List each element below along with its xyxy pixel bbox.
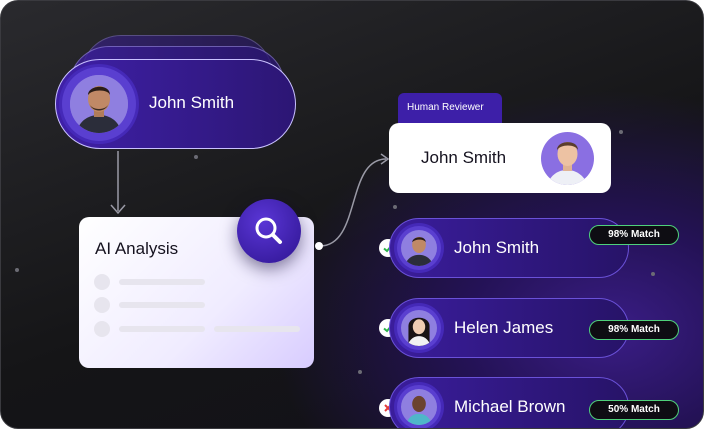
person-avatar: [401, 230, 437, 266]
match-badge: 98% Match: [589, 320, 679, 340]
ai-analysis-title: AI Analysis: [95, 239, 179, 258]
candidate-name: Helen James: [454, 318, 554, 337]
skeleton-line: [119, 302, 205, 308]
decor-dot: [15, 268, 19, 272]
skeleton-line: [119, 326, 205, 332]
candidate-name: Michael Brown: [454, 397, 566, 416]
search-button[interactable]: [237, 199, 301, 263]
reviewer-tab-label: Human Reviewer: [407, 102, 484, 113]
user-name: John Smith: [149, 93, 235, 112]
search-icon: [255, 217, 282, 244]
decor-dot: [619, 130, 623, 134]
match-badge: 98% Match: [589, 225, 679, 245]
skeleton-dot: [94, 321, 110, 337]
person-avatar: [401, 310, 437, 346]
skeleton-dot: [94, 297, 110, 313]
candidate-name: John Smith: [454, 238, 540, 257]
decor-dot: [194, 155, 198, 159]
decor-dot: [358, 370, 362, 374]
reviewer-name: John Smith: [421, 148, 507, 167]
canvas: John Smith AI Analysis Human Reviewer Jo…: [0, 0, 704, 429]
person-avatar: [401, 389, 437, 425]
person-avatar: [541, 132, 594, 185]
skeleton-line: [119, 279, 205, 285]
decor-dot: [393, 205, 397, 209]
match-badge: 50% Match: [589, 400, 679, 420]
skeleton-dot: [94, 274, 110, 290]
skeleton-line: [214, 326, 300, 332]
person-avatar: [70, 75, 128, 133]
reviewer-tab: Human Reviewer: [398, 93, 502, 123]
reviewer-card[interactable]: John Smith: [389, 123, 611, 193]
decor-dot: [651, 272, 655, 276]
